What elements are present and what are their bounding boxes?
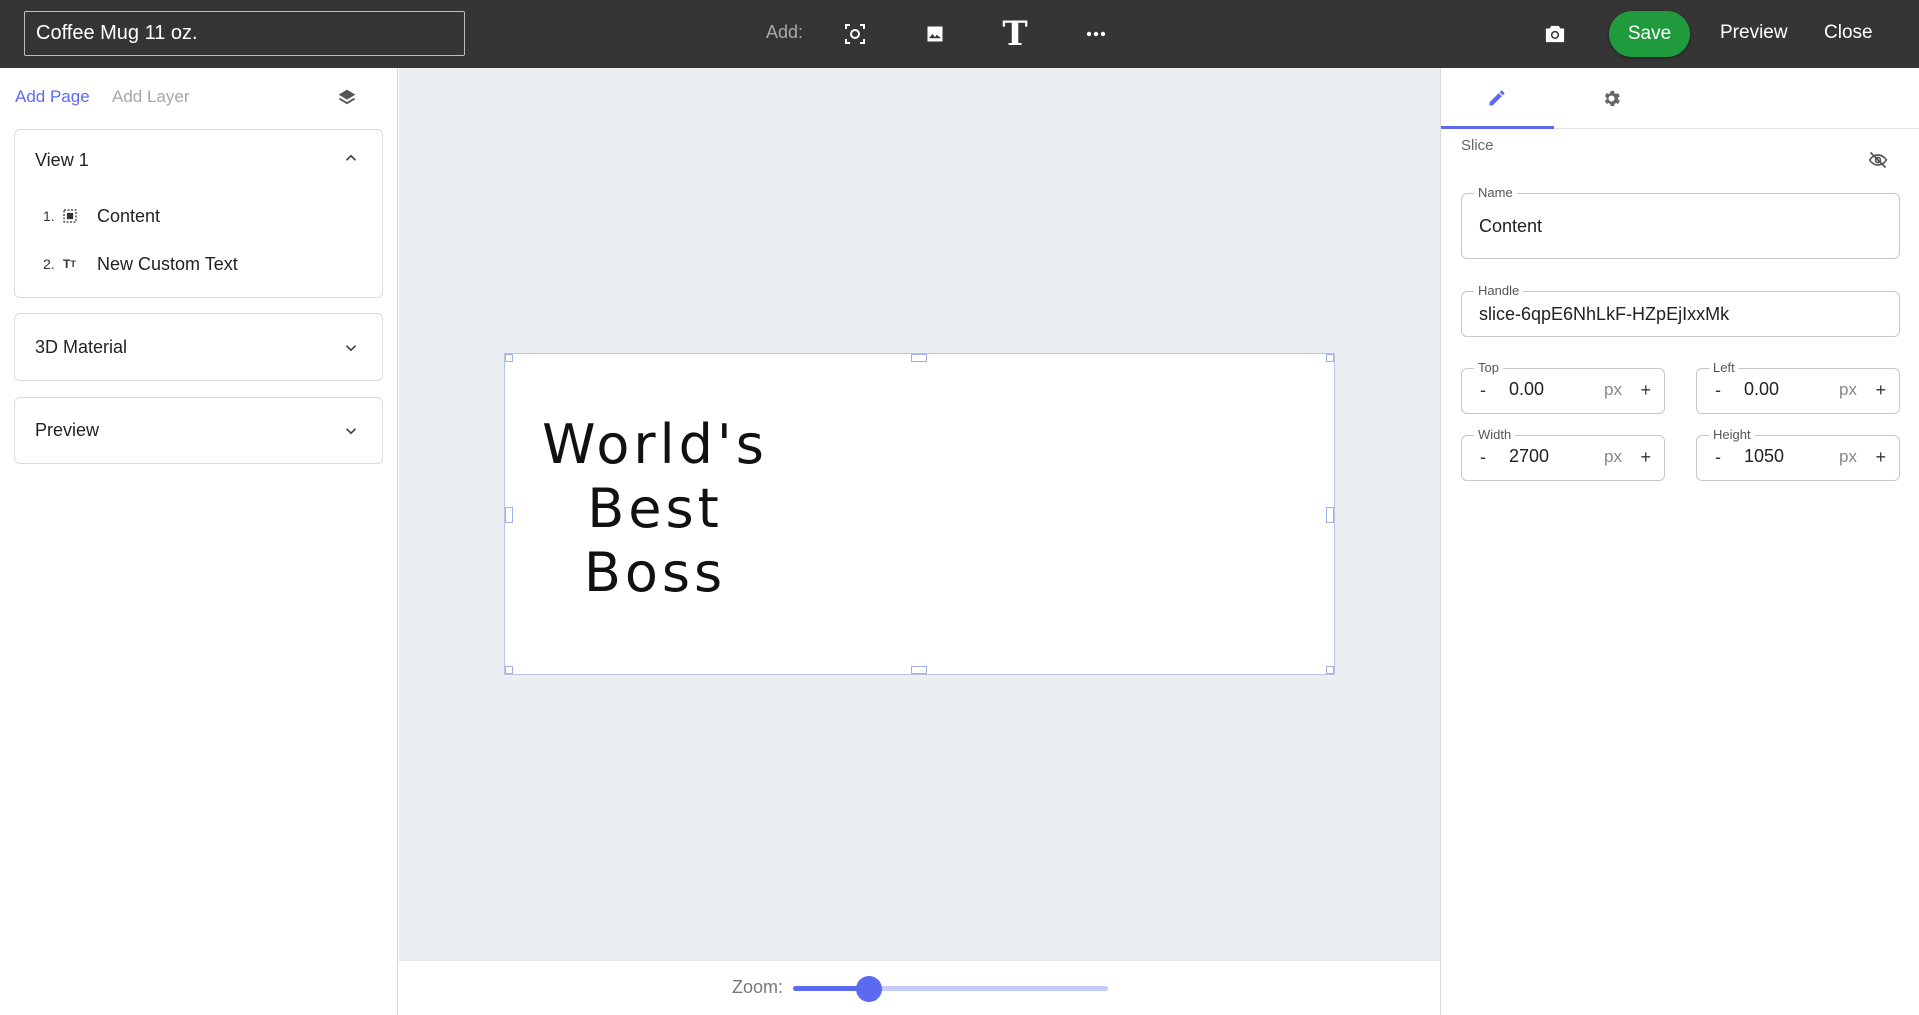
product-title-input[interactable] [24, 11, 465, 56]
increment-button[interactable]: + [1875, 447, 1886, 468]
left-stepper[interactable]: Left - 0.00 px + [1696, 361, 1900, 414]
layer-label: Content [97, 205, 161, 226]
unit-label: px [1839, 447, 1857, 466]
increment-button[interactable]: + [1640, 447, 1651, 468]
layer-number: 2. [43, 256, 55, 272]
settings-icon[interactable] [1597, 84, 1625, 112]
preview-button[interactable]: Preview [1720, 22, 1788, 44]
eye-off-icon[interactable] [1867, 150, 1889, 175]
top-value[interactable]: 0.00 [1509, 379, 1544, 400]
decrement-button[interactable]: - [1715, 447, 1721, 468]
width-stepper[interactable]: Width - 2700 px + [1461, 428, 1665, 481]
zoom-label: Zoom: [732, 977, 784, 997]
section-label: Slice [1461, 137, 1494, 154]
add-label: Add: [766, 22, 804, 42]
resize-handle[interactable] [1326, 666, 1334, 674]
unit-label: px [1839, 380, 1857, 399]
view-card: View 1 1. Content 2. TT New Custom Text [14, 129, 383, 298]
save-button[interactable]: Save [1609, 11, 1690, 57]
layer-label: New Custom Text [97, 253, 238, 274]
decrement-button[interactable]: - [1480, 447, 1486, 468]
material-card[interactable]: 3D Material [14, 313, 383, 381]
width-label: Width [1474, 428, 1516, 442]
chevron-down-icon[interactable] [342, 422, 360, 440]
text-line: World's [542, 413, 768, 476]
top-label: Top [1474, 361, 1503, 375]
add-layer-button[interactable]: Add Layer [112, 87, 190, 107]
height-value[interactable]: 1050 [1744, 446, 1784, 467]
decrement-button[interactable]: - [1480, 380, 1486, 401]
preview-card[interactable]: Preview [14, 397, 383, 464]
camera-icon[interactable] [1539, 18, 1571, 50]
layers-panel: Add Page Add Layer View 1 1. Content 2. … [0, 68, 398, 1015]
more-icon[interactable] [1080, 18, 1112, 50]
text-size-icon: TT [63, 257, 76, 271]
properties-tabs [1440, 68, 1919, 129]
resize-handle[interactable] [505, 507, 513, 523]
resize-handle[interactable] [1326, 354, 1334, 362]
unit-label: px [1604, 380, 1622, 399]
slice-icon[interactable] [839, 18, 871, 50]
slice-icon [63, 209, 83, 223]
layer-item[interactable]: 2. TT New Custom Text [43, 252, 238, 276]
resize-handle[interactable] [505, 354, 513, 362]
height-stepper[interactable]: Height - 1050 px + [1696, 428, 1900, 481]
resize-handle[interactable] [1326, 507, 1334, 523]
resize-handle[interactable] [911, 354, 927, 362]
layers-icon[interactable] [337, 88, 357, 113]
decrement-button[interactable]: - [1715, 380, 1721, 401]
image-icon[interactable] [919, 18, 951, 50]
height-label: Height [1709, 428, 1755, 442]
left-value[interactable]: 0.00 [1744, 379, 1779, 400]
resize-handle[interactable] [505, 666, 513, 674]
handle-field-value: slice-6qpE6NhLkF-HZpEjIxxMk [1479, 304, 1730, 324]
unit-label: px [1604, 447, 1622, 466]
width-value[interactable]: 2700 [1509, 446, 1549, 467]
close-button[interactable]: Close [1824, 22, 1873, 44]
name-field-value: Content [1479, 216, 1543, 236]
increment-button[interactable]: + [1875, 380, 1886, 401]
layer-number: 1. [43, 208, 55, 224]
preview-title: Preview [35, 420, 100, 440]
chevron-down-icon[interactable] [342, 339, 360, 357]
handle-field-label: Handle [1474, 284, 1524, 298]
layer-item[interactable]: 1. Content [43, 204, 160, 228]
left-label: Left [1709, 361, 1739, 375]
custom-text-layer[interactable]: World's Best Boss [535, 413, 775, 605]
top-stepper[interactable]: Top - 0.00 px + [1461, 361, 1665, 414]
increment-button[interactable]: + [1640, 380, 1651, 401]
add-page-button[interactable]: Add Page [15, 87, 90, 107]
edit-icon[interactable] [1483, 84, 1511, 112]
material-title: 3D Material [35, 337, 128, 357]
name-field[interactable]: Name Content [1461, 186, 1900, 259]
text-line: Boss [583, 541, 727, 604]
name-field-label: Name [1474, 186, 1517, 200]
zoom-slider-thumb[interactable] [855, 976, 882, 1002]
view-title[interactable]: View 1 [35, 150, 89, 171]
text-line: Best [587, 477, 723, 540]
text-icon[interactable]: T [999, 14, 1031, 54]
active-tab-indicator [1441, 126, 1554, 129]
chevron-up-icon[interactable] [342, 149, 360, 167]
handle-field[interactable]: Handle slice-6qpE6NhLkF-HZpEjIxxMk [1461, 284, 1900, 337]
resize-handle[interactable] [911, 666, 927, 674]
